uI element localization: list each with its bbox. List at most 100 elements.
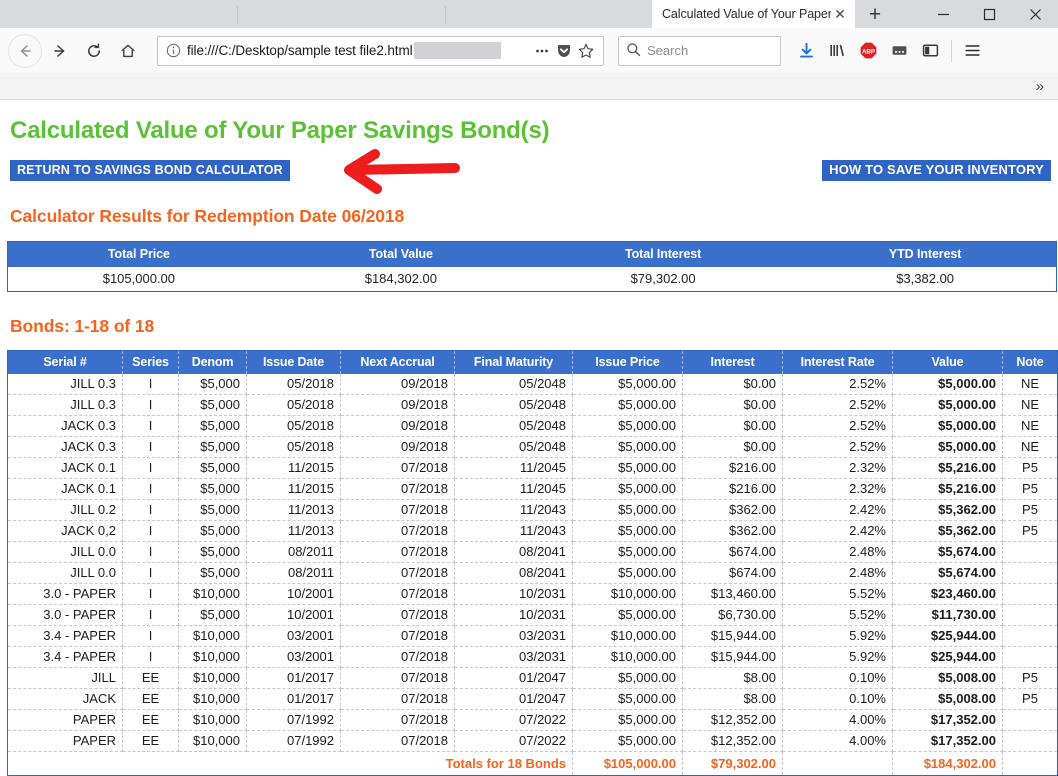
bonds-cell-next-accrual: 09/2018 xyxy=(340,415,455,437)
bonds-cell-serial: JACK 0.1 xyxy=(7,478,123,500)
bonds-cell-value: $5,008.00 xyxy=(892,688,1003,710)
bonds-cell-value: $5,000.00 xyxy=(892,436,1003,458)
totals-label: Totals for 18 Bonds xyxy=(7,751,573,776)
toolbar-icon-group: ABP xyxy=(791,35,988,67)
url-selection-highlight xyxy=(413,42,501,59)
maximize-icon[interactable] xyxy=(966,0,1012,28)
bonds-cell-issue-date: 01/2017 xyxy=(246,688,341,710)
back-arrow-icon[interactable] xyxy=(8,33,42,68)
bonds-cell-interest: $0.00 xyxy=(682,394,783,416)
bonds-cell-issue-date: 03/2001 xyxy=(246,646,341,668)
bonds-cell-denom: $10,000 xyxy=(178,688,247,710)
bonds-cell-issue-price: $5,000.00 xyxy=(572,562,683,584)
bonds-cell-series: I xyxy=(122,436,179,458)
bonds-cell-note xyxy=(1002,604,1058,626)
bonds-cell-next-accrual: 07/2018 xyxy=(340,541,455,563)
search-box[interactable]: Search xyxy=(618,35,781,66)
bonds-cell-interest: $674.00 xyxy=(682,562,783,584)
downloads-icon[interactable] xyxy=(791,35,822,67)
bonds-cell-issue-price: $10,000.00 xyxy=(572,625,683,647)
bonds-cell-interest: $15,944.00 xyxy=(682,625,783,647)
table-row: JACK 0.3 I $5,000 05/2018 09/2018 05/2048 $5,0… xyxy=(7,436,1058,458)
bonds-cell-denom: $5,000 xyxy=(178,415,247,437)
bonds-cell-note xyxy=(1002,646,1058,668)
minimize-icon[interactable] xyxy=(920,0,966,28)
reload-icon[interactable] xyxy=(78,35,110,67)
summary-table-wrapper: Total Price Total Value Total Interest Y… xyxy=(4,241,1057,292)
app-menu-icon[interactable] xyxy=(957,35,988,67)
bonds-cell-interest: $0.00 xyxy=(682,436,783,458)
bookmarks-overflow-chevron-icon[interactable]: » xyxy=(1028,79,1052,94)
bonds-cell-issue-price: $5,000.00 xyxy=(572,604,683,626)
bonds-cell-issue-date: 05/2018 xyxy=(246,374,341,395)
bonds-cell-issue-date: 11/2013 xyxy=(246,499,341,521)
address-bar[interactable]: file:///C:/Desktop/sample test file2.htm… xyxy=(157,35,604,66)
bonds-cell-next-accrual: 09/2018 xyxy=(340,436,455,458)
bonds-cell-value: $23,460.00 xyxy=(892,583,1003,605)
bonds-cell-series: I xyxy=(122,394,179,416)
bonds-cell-issue-price: $5,000.00 xyxy=(572,436,683,458)
bonds-cell-serial: JILL 0.3 xyxy=(7,394,123,416)
bookmark-star-icon[interactable] xyxy=(575,40,597,62)
bonds-cell-denom: $5,000 xyxy=(178,604,247,626)
bonds-cell-final-maturity: 11/2045 xyxy=(454,478,573,500)
summary-header-cell: YTD Interest xyxy=(794,241,1057,267)
bonds-cell-note: NE xyxy=(1002,374,1058,395)
bonds-cell-final-maturity: 03/2031 xyxy=(454,625,573,647)
bonds-cell-series: I xyxy=(122,604,179,626)
summary-ytd-interest: $3,382.00 xyxy=(794,267,1057,292)
page-content: Calculated Value of Your Paper Savings B… xyxy=(0,117,1058,776)
tabstrip-seam xyxy=(237,6,238,24)
page-actions-ellipsis-icon[interactable] xyxy=(531,40,553,62)
toolbar-separator xyxy=(951,39,952,62)
summary-value-row: $105,000.00 $184,302.00 $79,302.00 $3,38… xyxy=(7,267,1057,292)
summary-header-cell: Total Price xyxy=(7,241,270,267)
bonds-cell-denom: $5,000 xyxy=(178,562,247,584)
bonds-cell-series: EE xyxy=(122,709,179,731)
browser-tab-active[interactable]: Calculated Value of Your Paper ✕ xyxy=(652,0,855,28)
table-row: JILL EE $10,000 01/2017 07/2018 01/2047 $5,000… xyxy=(7,667,1058,689)
pocket-list-icon[interactable] xyxy=(884,35,915,67)
home-icon[interactable] xyxy=(112,35,144,67)
bonds-cell-issue-date: 10/2001 xyxy=(246,583,341,605)
table-row: PAPER EE $10,000 07/1992 07/2018 07/2022 $5,00… xyxy=(7,730,1058,752)
search-placeholder: Search xyxy=(647,43,689,58)
bonds-cell-note xyxy=(1002,730,1058,752)
summary-header-cell: Total Value xyxy=(269,241,532,267)
bonds-cell-denom: $5,000 xyxy=(178,394,247,416)
bonds-cell-next-accrual: 07/2018 xyxy=(340,688,455,710)
tab-close-icon[interactable]: ✕ xyxy=(831,5,849,23)
bonds-cell-issue-date: 10/2001 xyxy=(246,604,341,626)
bonds-heading: Bonds: 1-18 of 18 xyxy=(10,316,155,336)
bonds-cell-denom: $10,000 xyxy=(178,646,247,668)
bonds-cell-next-accrual: 07/2018 xyxy=(340,520,455,542)
bonds-cell-value: $5,362.00 xyxy=(892,499,1003,521)
bonds-cell-final-maturity: 10/2031 xyxy=(454,604,573,626)
bonds-cell-interest-rate: 2.52% xyxy=(782,436,893,458)
new-tab-button[interactable]: + xyxy=(855,0,895,28)
bonds-cell-issue-date: 05/2018 xyxy=(246,436,341,458)
summary-header-cell: Total Interest xyxy=(532,241,795,267)
bonds-cell-interest: $12,352.00 xyxy=(682,730,783,752)
bonds-cell-final-maturity: 07/2022 xyxy=(454,709,573,731)
pocket-shield-icon[interactable] xyxy=(553,40,575,62)
bonds-cell-value: $5,008.00 xyxy=(892,667,1003,689)
library-icon[interactable] xyxy=(822,35,853,67)
sidebar-toggle-icon[interactable] xyxy=(915,35,946,67)
table-row: JACK 0.1 I $5,000 11/2015 07/2018 11/2045 $5,0… xyxy=(7,478,1058,500)
bonds-cell-final-maturity: 11/2043 xyxy=(454,499,573,521)
bonds-cell-issue-price: $5,000.00 xyxy=(572,415,683,437)
bonds-cell-series: EE xyxy=(122,730,179,752)
bonds-cell-issue-date: 07/1992 xyxy=(246,730,341,752)
return-to-calculator-button[interactable]: RETURN TO SAVINGS BOND CALCULATOR xyxy=(10,160,290,181)
adblock-plus-icon[interactable]: ABP xyxy=(853,35,884,67)
how-to-save-inventory-button[interactable]: HOW TO SAVE YOUR INVENTORY xyxy=(822,160,1051,181)
forward-arrow-icon[interactable] xyxy=(44,35,76,67)
bonds-cell-serial: JACK 0,2 xyxy=(7,520,123,542)
bonds-cell-next-accrual: 07/2018 xyxy=(340,583,455,605)
table-row: 3.4 - PAPER I $10,000 03/2001 07/2018 03/2031… xyxy=(7,625,1058,647)
info-circle-icon[interactable] xyxy=(164,42,182,60)
close-window-icon[interactable] xyxy=(1012,0,1058,28)
bonds-cell-issue-price: $5,000.00 xyxy=(572,667,683,689)
summary-total-value: $184,302.00 xyxy=(269,267,532,292)
